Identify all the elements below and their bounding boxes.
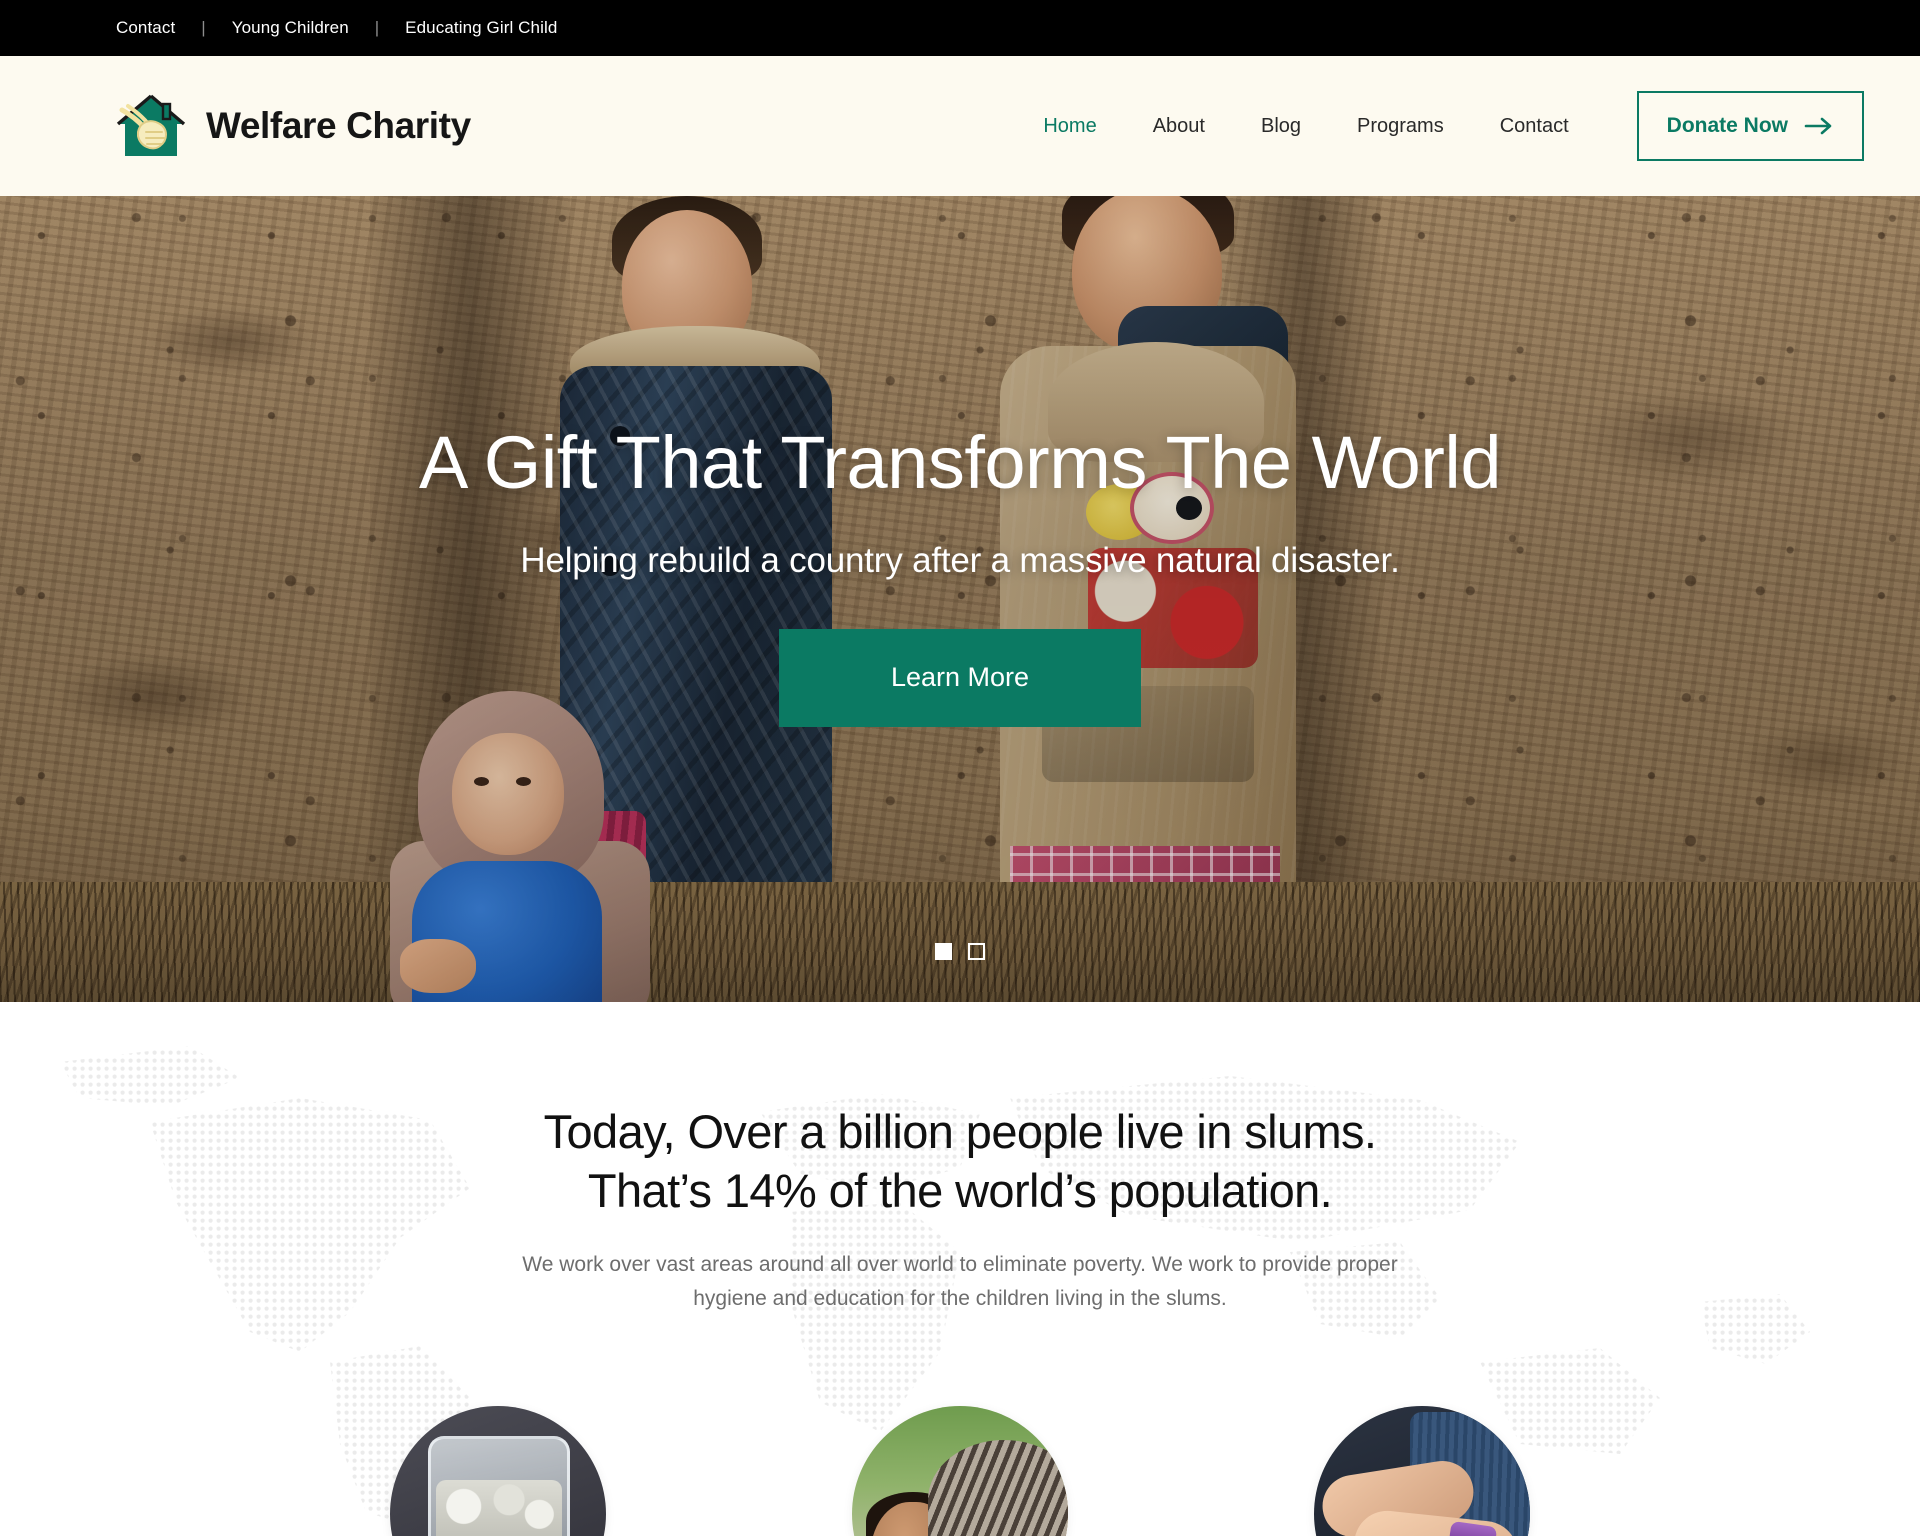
card-image-children[interactable] xyxy=(852,1406,1068,1536)
mission-body-line-2: hygiene and education for the children l… xyxy=(693,1287,1227,1311)
hero-subtitle: Helping rebuild a country after a massiv… xyxy=(520,540,1400,580)
mission-section: Today, Over a billion people live in slu… xyxy=(0,1002,1920,1536)
house-hands-icon xyxy=(116,92,186,160)
mission-title-line-2: That’s 14% of the world’s population. xyxy=(587,1164,1333,1218)
card-image-helping-hands[interactable] xyxy=(1314,1406,1530,1536)
carousel-dot-2[interactable] xyxy=(968,943,985,960)
mission-cards: DONATE xyxy=(0,1406,1920,1536)
topbar-link-educating-girl-child[interactable]: Educating Girl Child xyxy=(405,18,557,38)
topbar-separator: | xyxy=(201,18,206,37)
nav-item-about[interactable]: About xyxy=(1125,115,1233,138)
brand-logo-link[interactable]: Welfare Charity xyxy=(116,92,471,160)
donate-now-label: Donate Now xyxy=(1666,114,1788,137)
hero-carousel: A Gift That Transforms The World Helping… xyxy=(0,196,1920,1002)
nav-item-programs[interactable]: Programs xyxy=(1329,115,1472,138)
carousel-indicators xyxy=(0,943,1920,960)
site-header: Welfare Charity Home About Blog Programs… xyxy=(0,56,1920,196)
mission-title-line-1: Today, Over a billion people live in slu… xyxy=(543,1105,1377,1158)
donate-now-button[interactable]: Donate Now xyxy=(1636,91,1864,161)
topbar-link-young-children[interactable]: Young Children xyxy=(232,18,349,38)
arrow-right-icon xyxy=(1804,116,1834,136)
mission-content: Today, Over a billion people live in slu… xyxy=(0,1002,1920,1316)
topbar-link-contact[interactable]: Contact xyxy=(116,18,175,38)
nav-item-blog[interactable]: Blog xyxy=(1233,115,1329,138)
learn-more-button[interactable]: Learn More xyxy=(779,628,1141,727)
main-navigation: Home About Blog Programs Contact Donate … xyxy=(1015,91,1864,161)
topbar-separator: | xyxy=(374,18,380,37)
brand-name: Welfare Charity xyxy=(206,105,471,146)
hero-content: A Gift That Transforms The World Helping… xyxy=(0,196,1920,1002)
top-announcement-bar: Contact | Young Children | Educating Gir… xyxy=(0,0,1920,56)
card-image-donation-jar[interactable]: DONATE xyxy=(390,1406,606,1536)
mission-body-text: We work over vast areas around all over … xyxy=(420,1248,1500,1316)
nav-item-contact[interactable]: Contact xyxy=(1472,115,1597,138)
nav-item-home[interactable]: Home xyxy=(1015,115,1124,138)
carousel-dot-1[interactable] xyxy=(935,943,952,960)
mission-title: Today, Over a billion people live in slu… xyxy=(370,1102,1550,1220)
hero-title: A Gift That Transforms The World xyxy=(418,421,1502,504)
mission-body-line-1: We work over vast areas around all over … xyxy=(522,1253,1398,1277)
